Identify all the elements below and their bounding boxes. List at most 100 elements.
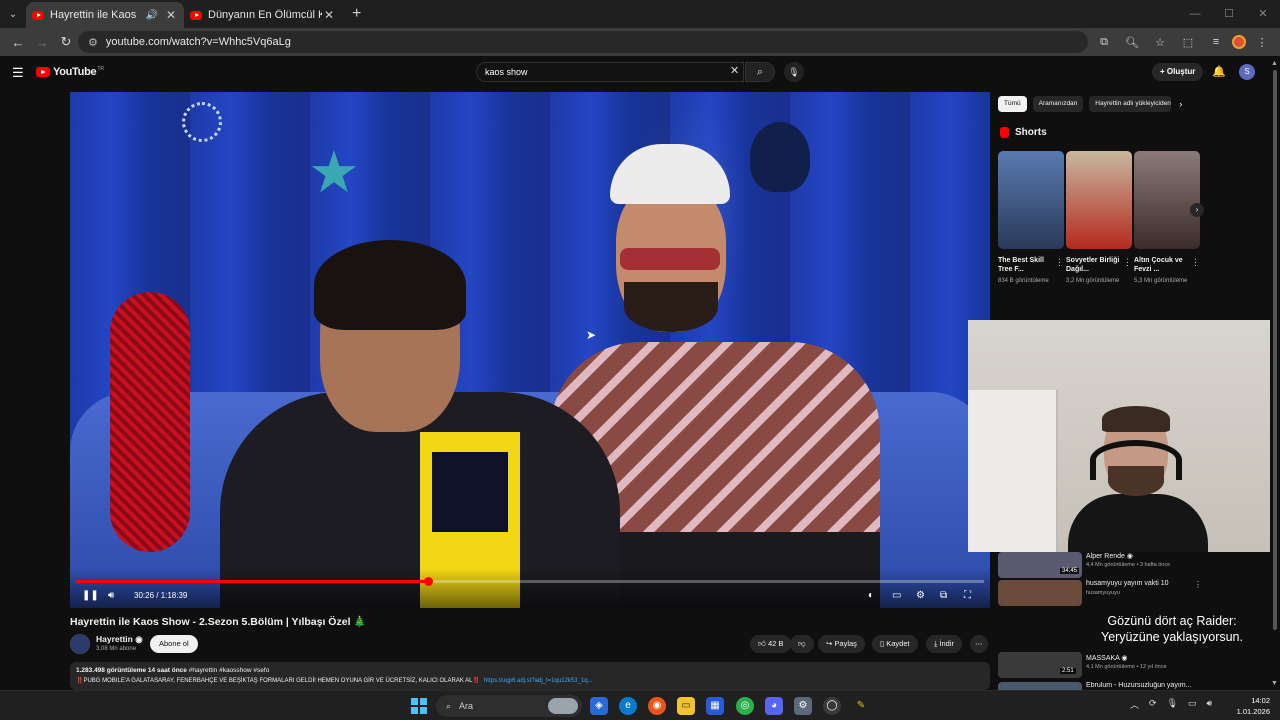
- reading-list-icon[interactable]: ≡: [1204, 36, 1228, 48]
- more-actions-button[interactable]: ⋯: [970, 635, 988, 653]
- chrome-icon[interactable]: ◎: [736, 697, 754, 715]
- chip-from-search[interactable]: Aramanızdan: [1032, 96, 1084, 112]
- subtitles-icon[interactable]: ▭: [892, 588, 901, 604]
- scroll-up-icon[interactable]: ▲: [1271, 60, 1278, 67]
- scroll-down-icon[interactable]: ▼: [1271, 680, 1278, 687]
- clear-search-icon[interactable]: ✕: [730, 64, 739, 77]
- close-icon[interactable]: ✕: [164, 8, 178, 22]
- related-video[interactable]: husamyuyu yayım vakti 10 husamyuyuyu ⋮: [998, 580, 1268, 606]
- description-box[interactable]: 1.283.498 görüntüleme 14 saat önce #hayr…: [70, 662, 990, 690]
- subscribe-button[interactable]: Abone ol: [150, 635, 198, 653]
- channel-avatar[interactable]: [70, 634, 90, 654]
- account-avatar[interactable]: S: [1239, 64, 1255, 80]
- system-clock[interactable]: 14:02 1.01.2026: [1230, 695, 1270, 717]
- volume-icon[interactable]: 🔊︎: [108, 588, 114, 604]
- progress-scrubber[interactable]: [424, 577, 434, 586]
- reload-icon[interactable]: ↻: [54, 34, 78, 50]
- create-button[interactable]: + Oluştur: [1152, 63, 1204, 81]
- dislike-button[interactable]: 👎︎: [790, 635, 814, 653]
- download-button[interactable]: ⤓ İndir: [926, 635, 963, 653]
- pause-icon[interactable]: ❚❚: [82, 588, 99, 604]
- firefox-icon[interactable]: ◉: [648, 697, 666, 715]
- short-thumbnail[interactable]: [1134, 151, 1200, 249]
- short-title[interactable]: The Best Skill Tree F...: [998, 256, 1054, 274]
- like-button[interactable]: 👍︎ 42 B: [750, 635, 792, 653]
- related-video[interactable]: 34:45 Alper Rende ◉ 4,4 Mn görüntüleme •…: [998, 552, 1268, 578]
- short-card[interactable]: Altın Çocuk ve Fevzi ... 5,3 Mn görüntül…: [1134, 151, 1200, 286]
- more-dots-icon[interactable]: ⋮: [1191, 257, 1200, 268]
- related-thumbnail[interactable]: [998, 552, 1082, 578]
- store-icon[interactable]: ▦: [706, 697, 724, 715]
- page-scrollbar[interactable]: ▲ ▼: [1270, 60, 1280, 690]
- short-card[interactable]: The Best Skill Tree F... 834 B görüntüle…: [998, 151, 1064, 286]
- progress-bar[interactable]: [76, 577, 984, 586]
- tab-hayrettin[interactable]: Hayrettin ile Kaos Show - 2. 🔊 ✕: [26, 2, 184, 28]
- close-icon[interactable]: ✕: [322, 8, 336, 22]
- maximize-icon[interactable]: ☐: [1212, 0, 1246, 28]
- miniplayer-icon[interactable]: ⧉: [940, 588, 947, 604]
- menu-hamburger-icon[interactable]: ☰: [12, 65, 24, 81]
- fullscreen-icon[interactable]: ⛶: [964, 588, 971, 604]
- obs-icon[interactable]: ◯: [823, 697, 841, 715]
- speaker-icon[interactable]: 🔊: [146, 10, 158, 21]
- bookmark-star-icon[interactable]: ☆: [1148, 36, 1172, 49]
- mic-tray-icon[interactable]: 🎙︎: [1167, 698, 1178, 711]
- description-link[interactable]: https://uqp6.adj.st?adj_t=1qu12k53_1q...: [484, 678, 593, 684]
- voice-search-button[interactable]: 🎙: [784, 62, 804, 82]
- short-thumbnail[interactable]: [1066, 151, 1132, 249]
- related-thumbnail[interactable]: [998, 652, 1082, 678]
- address-bar[interactable]: ⚙ youtube.com/watch?v=Whhc5Vq6aLg: [78, 31, 1088, 53]
- more-dots-icon[interactable]: ⋮: [1123, 257, 1132, 268]
- short-thumbnail[interactable]: [998, 151, 1064, 249]
- new-tab-icon[interactable]: +: [352, 5, 361, 23]
- chip-from-uploader[interactable]: Hayrettin adlı yükleyiciden: [1089, 96, 1172, 112]
- short-title[interactable]: Altın Çocuk ve Fevzi ...: [1134, 256, 1190, 274]
- tray-chevron-icon[interactable]: ︿: [1130, 698, 1139, 711]
- tab-kung-fu[interactable]: Dünyanın En Ölümcül Kung Fu ✕: [184, 2, 342, 28]
- windows-start-icon[interactable]: [411, 698, 427, 714]
- related-thumbnail[interactable]: [998, 580, 1082, 606]
- more-dots-icon[interactable]: ⋮: [1194, 580, 1202, 589]
- short-card[interactable]: Sovyetler Birliği Dağıl... 3,2 Mn görünt…: [1066, 151, 1132, 286]
- related-video[interactable]: 2:51 MASSAKA ◉ 4,1 Mn görüntüleme • 12 y…: [998, 652, 1268, 678]
- file-explorer-icon[interactable]: ▭: [677, 697, 695, 715]
- related-thumbnail[interactable]: [998, 682, 1082, 690]
- chevron-right-icon[interactable]: ›: [1179, 99, 1182, 109]
- more-dots-icon[interactable]: ⋮: [1055, 257, 1064, 268]
- close-window-icon[interactable]: ✕: [1246, 0, 1280, 28]
- video-player[interactable]: ★ ➤ ❚❚ 🔊︎ 30:26 / 1:18:39 ◐ ▭ ⚙ ⧉ ⛶: [70, 92, 990, 608]
- site-info-icon[interactable]: ⚙: [88, 36, 98, 49]
- menu-kebab-icon[interactable]: ⋮: [1250, 36, 1274, 49]
- steam-icon[interactable]: ⚙: [794, 697, 812, 715]
- scroll-thumb[interactable]: [1273, 70, 1277, 630]
- related-title[interactable]: husamyuyu yayım vakti 10: [1086, 580, 1168, 587]
- install-app-icon[interactable]: ⧉: [1092, 36, 1116, 49]
- zoom-icon[interactable]: 🔍︎: [1120, 36, 1144, 49]
- related-title[interactable]: Ebrulum - Huzursuzluğun yayım...: [1086, 682, 1191, 689]
- channel-name[interactable]: Hayrettin ◉: [96, 634, 143, 645]
- back-icon[interactable]: ←: [6, 35, 30, 50]
- sync-icon[interactable]: ⟳: [1149, 698, 1157, 711]
- discord-icon[interactable]: ◕: [765, 697, 783, 715]
- youtube-logo[interactable]: YouTube TR: [36, 66, 104, 78]
- forward-icon[interactable]: →: [30, 35, 54, 50]
- related-video[interactable]: Ebrulum - Huzursuzluğun yayım...: [998, 682, 1268, 690]
- network-icon[interactable]: ▭: [1188, 698, 1197, 711]
- chip-all[interactable]: Tümü: [998, 96, 1027, 112]
- short-title[interactable]: Sovyetler Birliği Dağıl...: [1066, 256, 1122, 274]
- notifications-bell-icon[interactable]: 🔔: [1212, 65, 1226, 78]
- share-button[interactable]: ↪ Paylaş: [818, 635, 865, 653]
- app-icon[interactable]: ✎: [852, 697, 870, 715]
- profile-icon[interactable]: [1232, 35, 1246, 49]
- settings-gear-icon[interactable]: ⚙: [916, 588, 925, 604]
- extensions-icon[interactable]: ⬚: [1176, 36, 1200, 49]
- volume-tray-icon[interactable]: 🔊︎: [1207, 698, 1213, 711]
- autoplay-toggle-icon[interactable]: ◐: [868, 588, 874, 604]
- save-button[interactable]: ▯ Kaydet: [872, 635, 918, 653]
- chevron-right-icon[interactable]: ›: [1190, 203, 1204, 217]
- minimize-icon[interactable]: —: [1178, 0, 1212, 28]
- taskbar-search[interactable]: ⌕ Ara: [436, 695, 582, 717]
- search-button[interactable]: ⌕: [745, 62, 775, 82]
- edge-icon[interactable]: e: [619, 697, 637, 715]
- search-input[interactable]: kaos show: [476, 62, 744, 82]
